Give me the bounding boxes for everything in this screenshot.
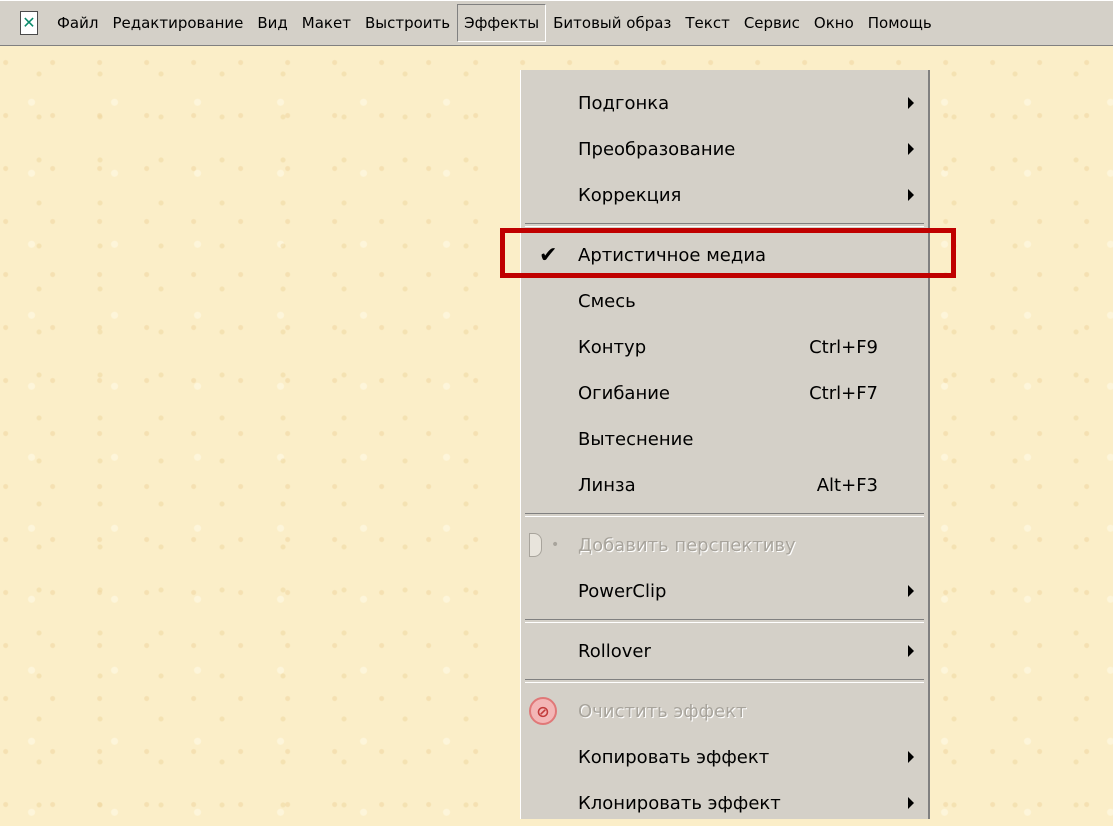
submenu-arrow-icon xyxy=(908,585,914,597)
clear-effect-icon: ⊘ xyxy=(529,697,557,725)
menu-item-label: PowerClip xyxy=(578,580,667,602)
menu-item-add-perspective: • Добавить перспективу xyxy=(521,522,928,568)
menu-item-label: Вытеснение xyxy=(578,428,694,450)
checkmark-icon: ✔ xyxy=(539,242,558,268)
menu-bar: ✕ Файл Редактирование Вид Макет Выстроит… xyxy=(0,0,1113,46)
menu-item-artistic-media[interactable]: ✔ Артистичное медиа xyxy=(521,232,928,278)
menu-item-envelope[interactable]: Огибание Ctrl+F7 xyxy=(521,370,928,416)
menu-item-clone-effect[interactable]: Клонировать эффект xyxy=(521,780,928,826)
menu-separator xyxy=(525,513,924,517)
menu-help[interactable]: Помощь xyxy=(861,4,939,42)
bullet-icon: • xyxy=(551,537,560,553)
submenu-arrow-icon xyxy=(908,189,914,201)
menu-item-clear-effect: ⊘ Очистить эффект xyxy=(521,688,928,734)
menu-item-contour[interactable]: Контур Ctrl+F9 xyxy=(521,324,928,370)
menu-arrange[interactable]: Выстроить xyxy=(358,4,457,42)
menu-effects[interactable]: Эффекты xyxy=(457,4,547,42)
effects-dropdown: Подгонка Преобразование Коррекция ✔ Арти… xyxy=(520,70,930,819)
menu-item-label: Огибание xyxy=(578,382,670,404)
menu-item-label: Очистить эффект xyxy=(578,700,747,722)
submenu-arrow-icon xyxy=(908,797,914,809)
submenu-arrow-icon xyxy=(908,751,914,763)
submenu-arrow-icon xyxy=(908,97,914,109)
menu-view[interactable]: Вид xyxy=(250,4,294,42)
menu-item-correction[interactable]: Коррекция xyxy=(521,172,928,218)
menu-item-label: Добавить перспективу xyxy=(578,534,796,556)
perspective-icon xyxy=(529,533,542,557)
menu-item-label: Rollover xyxy=(578,640,651,662)
app-icon[interactable]: ✕ xyxy=(20,11,38,35)
menu-item-label: Артистичное медиа xyxy=(578,244,767,266)
menu-item-transform[interactable]: Преобразование xyxy=(521,126,928,172)
menu-item-label: Клонировать эффект xyxy=(578,792,781,814)
menu-separator xyxy=(525,679,924,683)
menu-bitmaps[interactable]: Битовый образ xyxy=(546,4,678,42)
menu-text[interactable]: Текст xyxy=(678,4,736,42)
menu-file[interactable]: Файл xyxy=(50,4,105,42)
menu-edit[interactable]: Редактирование xyxy=(105,4,250,42)
menu-window[interactable]: Окно xyxy=(807,4,861,42)
menu-item-shortcut: Alt+F3 xyxy=(816,474,878,496)
menu-item-blend[interactable]: Смесь xyxy=(521,278,928,324)
menu-item-powerclip[interactable]: PowerClip xyxy=(521,568,928,614)
menu-item-label: Линза xyxy=(578,474,636,496)
menu-item-shortcut: Ctrl+F7 xyxy=(809,382,878,404)
menu-tools[interactable]: Сервис xyxy=(737,4,807,42)
menu-item-label: Преобразование xyxy=(578,138,736,160)
submenu-arrow-icon xyxy=(908,143,914,155)
menu-layout[interactable]: Макет xyxy=(295,4,358,42)
menu-item-rollover[interactable]: Rollover xyxy=(521,628,928,674)
menu-item-label: Коррекция xyxy=(578,184,682,206)
submenu-arrow-icon xyxy=(908,645,914,657)
menu-item-label: Подгонка xyxy=(578,92,670,114)
menu-item-lens[interactable]: Линза Alt+F3 xyxy=(521,462,928,508)
menu-item-copy-effect[interactable]: Копировать эффект xyxy=(521,734,928,780)
menu-item-label: Копировать эффект xyxy=(578,746,770,768)
menu-item-label: Контур xyxy=(578,336,647,358)
menu-item-label: Смесь xyxy=(578,290,636,312)
menu-item-shortcut: Ctrl+F9 xyxy=(809,336,878,358)
menu-item-extrude[interactable]: Вытеснение xyxy=(521,416,928,462)
menu-item-adjust[interactable]: Подгонка xyxy=(521,80,928,126)
menu-separator xyxy=(525,223,924,227)
menu-separator xyxy=(525,619,924,623)
